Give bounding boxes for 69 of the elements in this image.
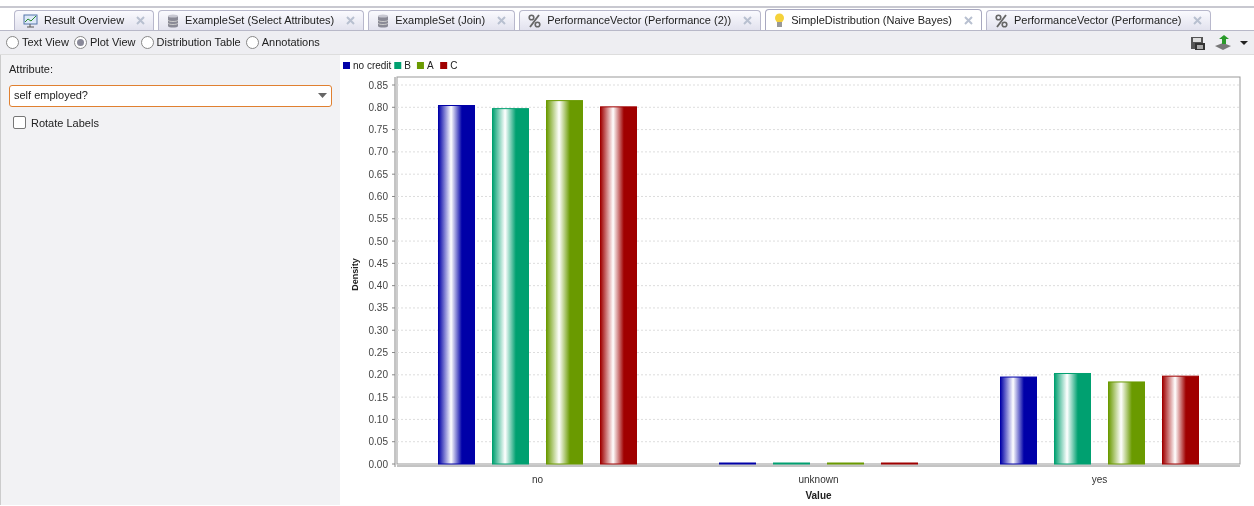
tab[interactable]: ExampleSet (Join) [368, 10, 516, 30]
attribute-label: Attribute: [9, 62, 55, 77]
radio-button[interactable] [140, 36, 154, 49]
checkbox[interactable] [13, 116, 26, 130]
caret-icon[interactable] [1240, 39, 1248, 46]
y-tick-label: 0.40 [368, 280, 388, 292]
tab[interactable]: ExampleSet (Select Attributes) [158, 10, 365, 30]
caret-icon [318, 92, 327, 99]
close-icon[interactable] [963, 15, 973, 25]
radio-button[interactable] [6, 36, 19, 49]
y-tick-label: 0.35 [368, 302, 388, 314]
bar [719, 462, 756, 465]
lightbulb-icon [774, 12, 786, 28]
y-tick-label: 0.55 [368, 213, 388, 225]
percent-icon [528, 13, 542, 28]
radio-button[interactable] [245, 36, 259, 49]
close-icon[interactable] [497, 16, 507, 25]
y-tick-label: 0.25 [368, 347, 388, 359]
y-tick-label: 0.10 [368, 413, 388, 425]
close-icon[interactable] [743, 16, 753, 25]
y-tick-label: 0.50 [368, 235, 388, 247]
tab[interactable]: PerformanceVector (Performance) [985, 10, 1212, 30]
legend-label: no credit [353, 60, 392, 71]
y-tick-label: 0.15 [368, 391, 388, 403]
legend-item: C [440, 60, 458, 71]
x-tick-label: unknown [798, 474, 839, 485]
y-axis-title: Density [350, 258, 360, 291]
radio-label: Plot View [89, 35, 136, 51]
bar [827, 462, 864, 465]
close-icon[interactable] [346, 16, 356, 25]
percent-icon [994, 13, 1008, 28]
radio-button[interactable] [73, 36, 87, 49]
y-tick-label: 0.70 [368, 146, 388, 158]
close-icon[interactable] [1193, 16, 1203, 25]
tab[interactable]: PerformanceVector (Performance (2)) [519, 10, 762, 30]
y-tick-label: 0.60 [368, 190, 388, 202]
tab[interactable]: Result Overview [14, 10, 155, 30]
y-tick-label: 0.00 [368, 458, 388, 470]
y-tick-label: 0.85 [368, 79, 388, 91]
attribute-dropdown[interactable]: self employed? [9, 84, 332, 107]
chart-icon [23, 13, 38, 28]
y-tick-label: 0.20 [368, 369, 388, 381]
database-icon [377, 13, 390, 28]
y-tick-label: 0.65 [368, 168, 388, 180]
radio-label: Distribution Table [156, 35, 241, 51]
y-tick-label: 0.45 [368, 257, 388, 269]
y-tick-label: 0.80 [368, 101, 388, 113]
x-axis-title: Value [805, 490, 832, 501]
y-tick-label: 0.05 [368, 436, 388, 448]
legend-item: A [416, 60, 434, 71]
tab[interactable]: SimpleDistribution (Naive Bayes) [765, 9, 982, 30]
legend-label: C [450, 60, 458, 71]
radio-label: Text View [22, 35, 69, 51]
bar [881, 462, 918, 465]
radio-label: Annotations [261, 35, 320, 51]
close-icon[interactable] [136, 16, 146, 25]
legend-label: A [426, 60, 434, 71]
y-tick-label: 0.75 [368, 124, 388, 136]
legend-item: no credit [343, 60, 392, 71]
export-icon[interactable] [1214, 34, 1232, 51]
y-tick-label: 0.30 [368, 324, 388, 336]
x-tick-label: yes [1091, 474, 1108, 485]
legend-item: B [394, 60, 411, 71]
bar [773, 462, 810, 465]
checkbox-label: Rotate Labels [31, 115, 99, 131]
database-icon [167, 13, 180, 28]
save-icon[interactable] [1190, 34, 1206, 51]
x-tick-label: no [531, 474, 544, 485]
legend-label: B [404, 60, 412, 71]
